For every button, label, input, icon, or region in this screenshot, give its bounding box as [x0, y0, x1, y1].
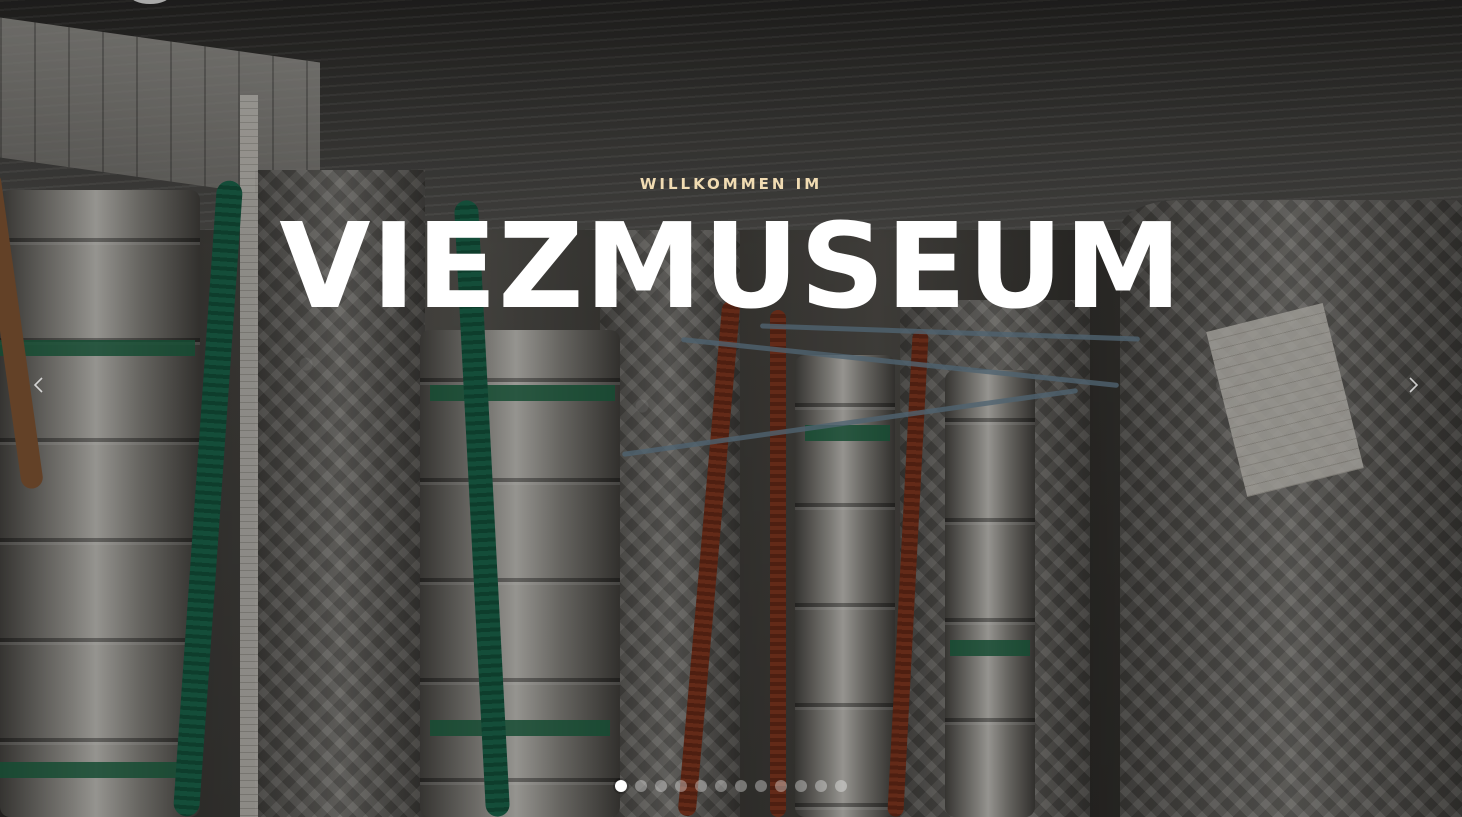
slider-dot-2[interactable] — [635, 780, 647, 792]
slider-prev-button[interactable] — [22, 368, 56, 402]
hero-eyebrow: WILLKOMMEN IM — [639, 175, 823, 193]
slider-dot-10[interactable] — [795, 780, 807, 792]
slider-dot-12[interactable] — [835, 780, 847, 792]
slider-dot-9[interactable] — [775, 780, 787, 792]
slider-dot-1[interactable] — [615, 780, 627, 792]
chevron-left-icon — [33, 377, 43, 393]
slider-dot-7[interactable] — [735, 780, 747, 792]
hero-slider: WILLKOMMEN IM VIEZMUSEUM — [0, 0, 1462, 817]
slider-dot-11[interactable] — [815, 780, 827, 792]
chevron-right-icon — [1409, 377, 1419, 393]
slider-dot-4[interactable] — [675, 780, 687, 792]
hero-headline: VIEZMUSEUM — [279, 197, 1183, 335]
slider-dot-6[interactable] — [715, 780, 727, 792]
dark-overlay — [0, 0, 1462, 817]
slider-pagination — [0, 780, 1462, 792]
slider-next-button[interactable] — [1396, 368, 1430, 402]
slider-dot-5[interactable] — [695, 780, 707, 792]
slider-dot-3[interactable] — [655, 780, 667, 792]
slider-dot-8[interactable] — [755, 780, 767, 792]
